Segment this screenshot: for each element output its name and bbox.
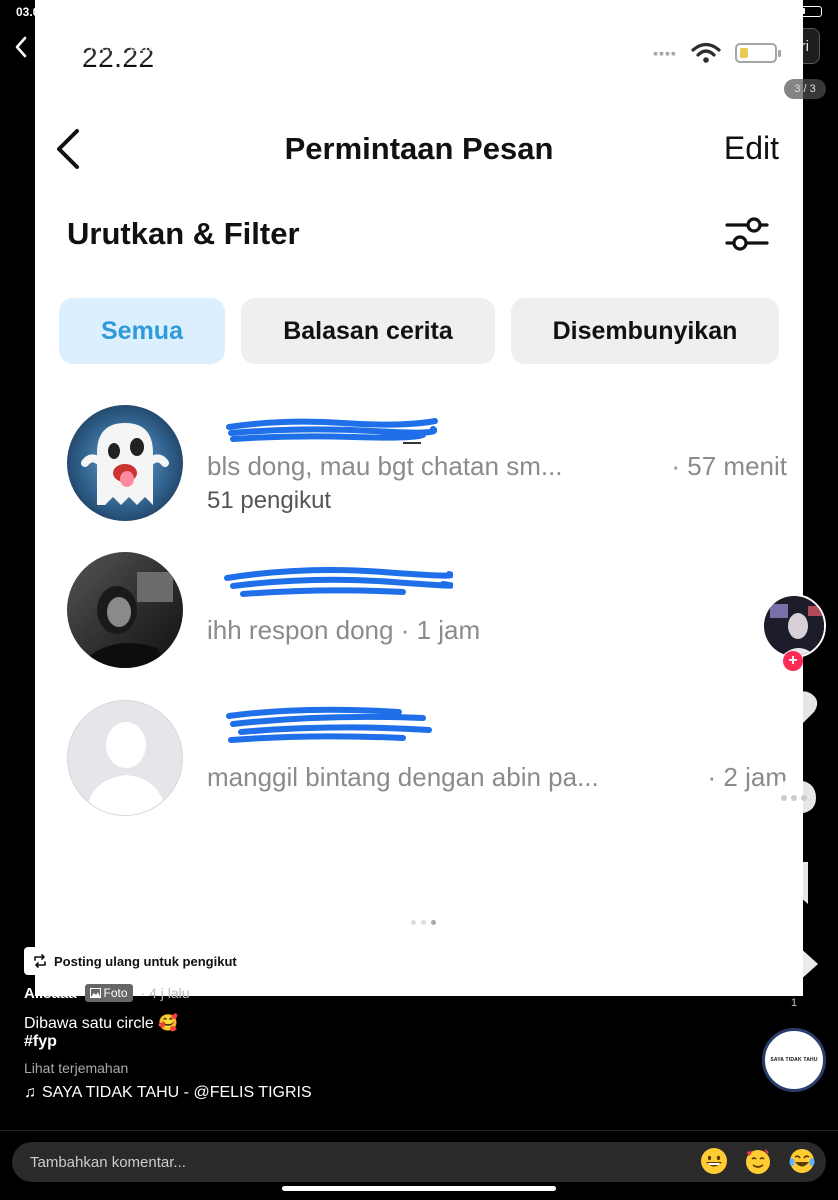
quick-emoji-row [700, 1147, 816, 1175]
comment-placeholder: Tambahkan komentar... [30, 1154, 186, 1171]
home-indicator [282, 1186, 556, 1191]
person-photo-icon [77, 572, 173, 668]
grinning-emoji-icon[interactable] [700, 1147, 728, 1175]
redacted-username-scribble [226, 706, 432, 743]
system-status-bar: 03.06 Sab 7 Des 11% [0, 0, 838, 24]
share-button[interactable]: 1 [766, 942, 822, 1009]
bookmark-icon [780, 862, 808, 904]
wifi-icon [734, 6, 748, 16]
author-row: Alisaaa Foto · 4 j lalu [24, 984, 190, 1002]
search-bar[interactable]: Trend Satu Circle Cari [48, 28, 820, 64]
smiling-hearts-emoji-icon[interactable] [744, 1147, 772, 1175]
sort-filter-title: Urutkan & Filter [67, 216, 300, 251]
filter-sliders-icon[interactable] [725, 214, 769, 254]
avatar [67, 552, 183, 668]
creator-avatar[interactable] [762, 594, 826, 658]
back-icon[interactable] [14, 36, 28, 58]
system-time: 03.06 [16, 5, 47, 19]
creator-avatar-image [764, 596, 824, 656]
system-status-icons: 11% [734, 4, 822, 18]
author-name[interactable]: Alisaaa [24, 985, 77, 1002]
bookmark-count: 0 [790, 913, 798, 925]
chip-semua[interactable]: Semua [59, 298, 225, 364]
ghost-emoji-icon [81, 423, 169, 505]
avatar [67, 405, 183, 521]
comment-button[interactable]: 6 [766, 776, 822, 843]
disc-label: SAYA TIDAK TAHU [770, 1057, 818, 1063]
post-caption: Dibawa satu circle 🥰 [24, 1015, 179, 1032]
music-note-icon: ♫ [24, 1084, 36, 1101]
like-button[interactable]: 15 [766, 688, 822, 755]
page-indicator [411, 920, 436, 925]
repost-label: Posting ulang untuk pengikut [54, 953, 237, 969]
translate-link[interactable]: Lihat terjemahan [24, 1060, 128, 1076]
share-arrow-icon [772, 946, 818, 984]
comment-count: 6 [790, 831, 798, 843]
music-title: SAYA TIDAK TAHU - @FELIS TIGRIS [42, 1084, 312, 1101]
tears-of-joy-emoji-icon[interactable] [788, 1147, 816, 1175]
battery-percent: 11% [770, 4, 794, 18]
divider [0, 1130, 838, 1131]
heart-icon [770, 691, 818, 732]
chip-disembunyikan[interactable]: Disembunyikan [511, 298, 779, 364]
follow-plus-button[interactable]: + [783, 651, 803, 671]
share-count: 1 [790, 997, 798, 1009]
search-icon [61, 37, 79, 55]
avatar [67, 700, 183, 816]
redacted-username-scribble [226, 418, 438, 444]
bookmark-button[interactable]: 0 [766, 858, 822, 925]
comment-input[interactable]: Tambahkan komentar... [12, 1142, 826, 1182]
photo-counter: 3 / 3 [784, 79, 826, 99]
music-link[interactable]: ♫ SAYA TIDAK TAHU - @FELIS TIGRIS [24, 1084, 312, 1102]
post-age: · 4 j lalu [140, 985, 190, 1001]
image-icon [89, 988, 101, 998]
message-request-item[interactable]: bls dong, mau bgt chatan sm... · 57 meni… [67, 405, 787, 523]
request-time: · 57 menit [671, 451, 787, 481]
repost-icon [34, 954, 46, 968]
message-request-item[interactable]: ihh respon dong · 1 jam [67, 552, 787, 670]
request-message: ihh respon dong · 1 jam [207, 615, 481, 645]
default-person-icon [86, 722, 166, 815]
post-photo[interactable]: 22.22 ▪▪▪▪ Permintaan Pesan Edit Urutkan… [35, 0, 803, 996]
message-request-item[interactable]: manggil bintang dengan abin pa... · 2 ja… [67, 700, 787, 818]
hashtag-link[interactable]: #fyp [24, 1033, 57, 1051]
page-title: Permintaan Pesan [284, 131, 554, 166]
comment-bubble-icon [772, 780, 816, 822]
search-button[interactable]: Cari [781, 38, 809, 55]
battery-icon [800, 5, 822, 17]
photo-type-label: Foto [103, 986, 128, 1000]
request-followers: 51 pengikut [207, 487, 332, 514]
request-message: manggil bintang dengan abin pa... [207, 762, 599, 792]
chip-balasan-cerita[interactable]: Balasan cerita [241, 298, 495, 364]
search-query: Trend Satu Circle [87, 38, 204, 55]
moon-icon [754, 6, 764, 17]
system-date: Sab 7 Des [62, 5, 119, 19]
repost-button[interactable]: Posting ulang untuk pengikut [24, 947, 245, 975]
request-message: bls dong, mau bgt chatan sm... [207, 451, 563, 481]
redacted-username-scribble [224, 567, 453, 597]
filter-chips: Semua Balasan cerita Disembunyikan [59, 298, 779, 364]
like-count: 15 [787, 743, 801, 755]
music-disc[interactable]: SAYA TIDAK TAHU [762, 1028, 826, 1092]
photo-type-badge: Foto [84, 984, 133, 1002]
edit-button[interactable]: Edit [724, 130, 779, 167]
